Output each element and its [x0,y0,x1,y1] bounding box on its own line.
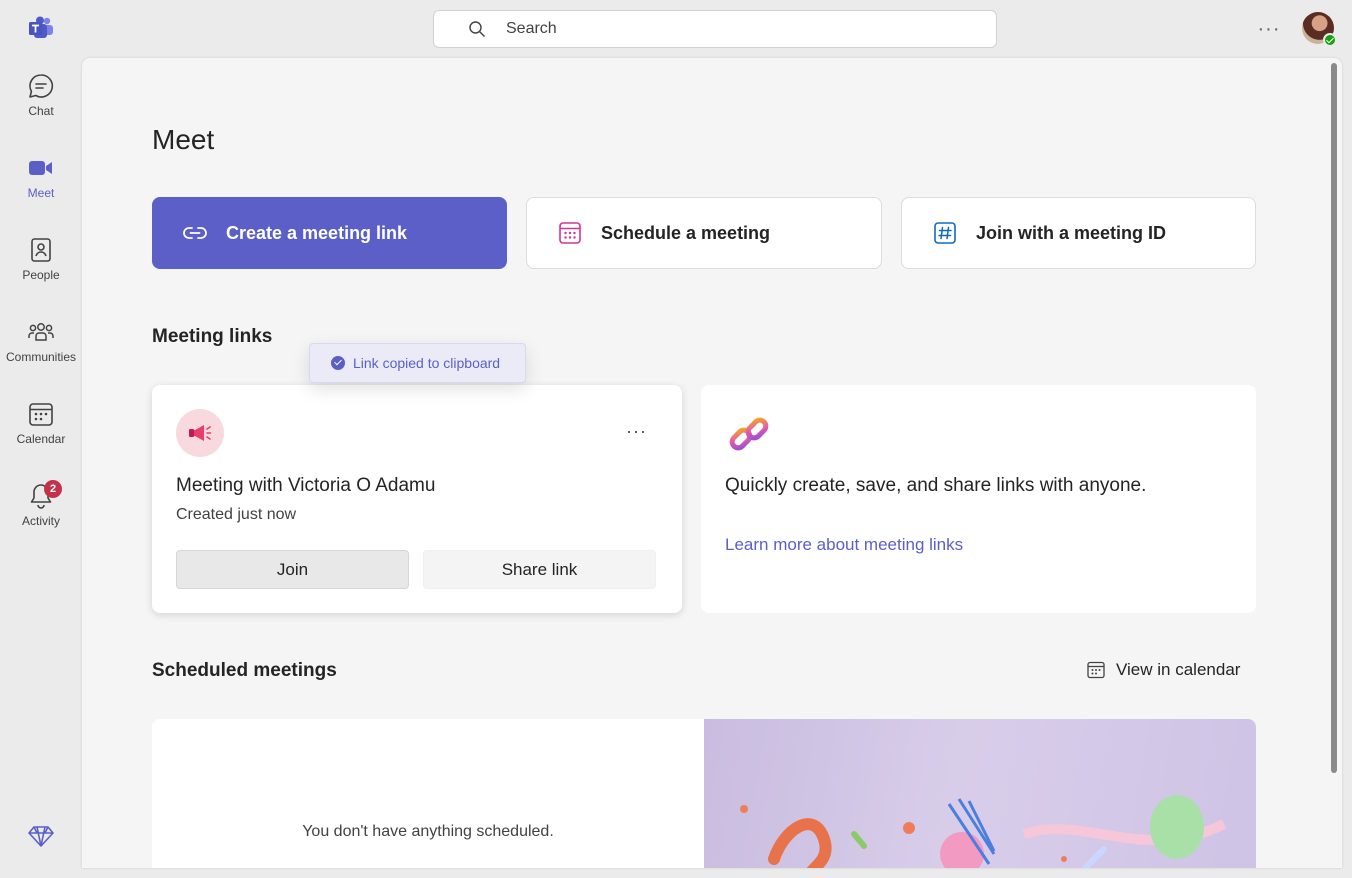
link-icon [183,227,207,239]
premium-icon[interactable] [28,824,54,848]
meeting-link-card[interactable]: ··· Meeting with Victoria O Adamu Create… [152,385,682,613]
calendar-icon [1087,661,1105,679]
meeting-title: Meeting with Victoria O Adamu [176,475,436,496]
megaphone-icon [176,409,224,457]
sidebar-item-meet[interactable]: Meet [0,140,82,210]
communities-icon [28,323,54,341]
people-icon [31,238,51,262]
presence-available-icon [1323,33,1337,47]
sidebar-item-label: People [22,268,60,282]
sidebar-item-label: Calendar [16,432,66,446]
sidebar-item-people[interactable]: People [0,222,82,292]
card-more-options-icon[interactable]: ··· [626,421,647,442]
activity-badge: 2 [44,480,62,498]
sidebar-item-communities[interactable]: Communities [0,304,82,374]
view-in-calendar-label: View in calendar [1116,660,1241,679]
meeting-created-time: Created just now [176,506,297,523]
meeting-links-info-card: Quickly create, save, and share links wi… [701,385,1256,613]
join-with-meeting-id-button[interactable]: Join with a meeting ID [901,197,1256,269]
link-copied-toast: Link copied to clipboard [309,343,526,383]
scheduled-meetings-card: You don't have anything scheduled. [152,719,1256,868]
sidebar-item-chat[interactable]: Chat [0,58,82,128]
schedule-meeting-button[interactable]: Schedule a meeting [526,197,882,269]
calendar-icon [29,403,53,426]
chain-link-illustration-icon [729,417,769,451]
scheduled-meetings-heading: Scheduled meetings [152,660,337,681]
avatar[interactable] [1302,12,1337,47]
sidebar-item-activity[interactable]: 2 Activity [0,468,82,538]
more-options-icon[interactable]: ··· [1256,16,1282,42]
schedule-meeting-label: Schedule a meeting [601,222,771,243]
chat-icon [29,74,54,98]
calendar-icon [559,222,581,244]
join-button[interactable]: Join [176,550,409,589]
main-panel: Meet Create a meeting link Schedule a me… [82,58,1342,868]
sidebar-item-label: Meet [27,186,55,200]
learn-more-link[interactable]: Learn more about meeting links [725,535,963,555]
create-meeting-link-button[interactable]: Create a meeting link [152,197,507,269]
search-placeholder: Search [506,20,557,37]
share-link-button[interactable]: Share link [423,550,656,589]
sidebar-item-label: Communities [5,350,77,364]
page-title: Meet [152,124,215,155]
join-with-meeting-id-label: Join with a meeting ID [976,222,1167,243]
empty-schedule-message: You don't have anything scheduled. [302,823,554,840]
sidebar-item-calendar[interactable]: Calendar [0,386,82,456]
hashtag-icon [934,222,956,244]
toast-text: Link copied to clipboard [353,355,501,371]
teams-logo-icon[interactable] [28,16,54,40]
checkmark-icon [331,356,345,370]
scrollbar[interactable] [1331,63,1337,773]
video-icon [29,161,52,175]
sidebar-item-label: Activity [21,514,60,528]
create-meeting-link-label: Create a meeting link [226,222,408,243]
meeting-links-heading: Meeting links [152,326,273,347]
decorative-illustration [704,719,1256,868]
search-input[interactable]: Search [433,10,997,48]
sidebar-item-label: Chat [28,104,54,118]
meeting-links-description: Quickly create, save, and share links wi… [725,475,1147,496]
search-icon [469,21,485,37]
view-in-calendar-button[interactable]: View in calendar [1086,660,1240,680]
